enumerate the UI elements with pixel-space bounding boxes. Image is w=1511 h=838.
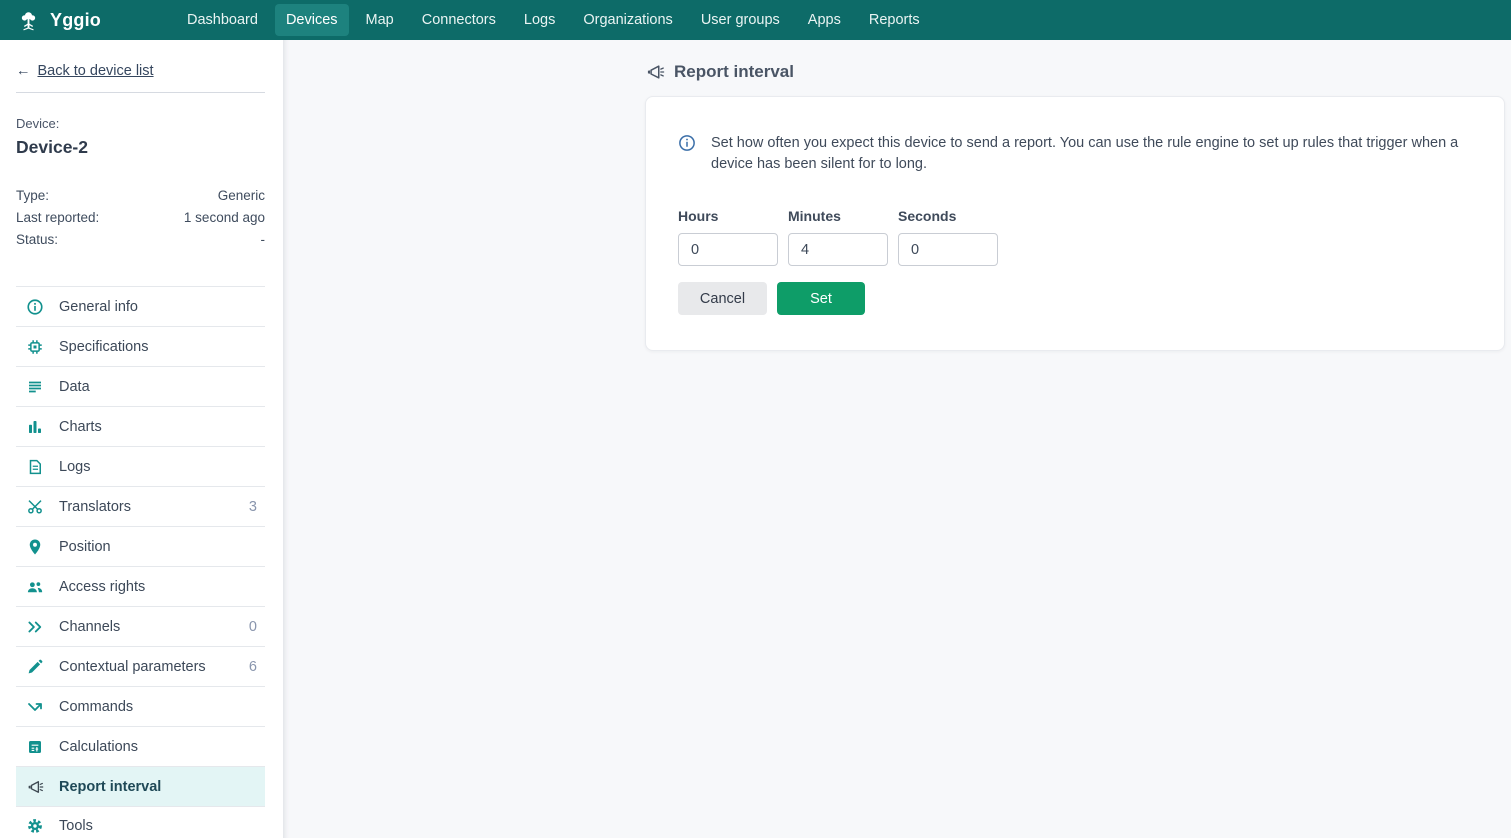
item-count: 6 (249, 659, 257, 675)
hours-input[interactable] (678, 233, 778, 266)
minutes-input[interactable] (788, 233, 888, 266)
calculator-icon (25, 737, 44, 756)
detail-value: - (261, 229, 266, 251)
nav-items: Dashboard Devices Map Connectors Logs Or… (176, 4, 931, 36)
detail-value: 1 second ago (184, 207, 265, 229)
minutes-label: Minutes (788, 208, 888, 224)
item-count: 3 (249, 499, 257, 515)
device-sidebar: ← Back to device list Device: Device-2 T… (0, 40, 283, 838)
yggio-tree-logo-icon (16, 8, 41, 33)
seconds-field-group: Seconds (898, 208, 998, 266)
map-pin-icon (25, 537, 44, 556)
sidebar-item-label: Specifications (59, 339, 148, 355)
sidebar-item-label: Commands (59, 699, 133, 715)
sidebar-item-general-info[interactable]: General info (16, 286, 265, 326)
page-title-text: Report interval (674, 62, 794, 82)
data-lines-icon (25, 377, 44, 396)
info-text: Set how often you expect this device to … (711, 133, 1472, 175)
detail-label: Status: (16, 229, 58, 251)
detail-row-last-reported: Last reported: 1 second ago (16, 207, 265, 229)
people-icon (25, 577, 44, 596)
hours-field-group: Hours (678, 208, 778, 266)
nav-item-devices[interactable]: Devices (275, 4, 349, 36)
minutes-field-group: Minutes (788, 208, 888, 266)
back-to-device-list[interactable]: ← Back to device list (16, 63, 265, 79)
sidebar-item-access-rights[interactable]: Access rights (16, 566, 265, 606)
device-label: Device: (16, 116, 265, 131)
megaphone-icon (25, 777, 44, 796)
info-icon (25, 297, 44, 316)
detail-label: Last reported: (16, 207, 99, 229)
nav-item-map[interactable]: Map (355, 4, 405, 36)
info-icon (678, 134, 696, 152)
brand[interactable]: Yggio (16, 8, 166, 33)
sidebar-item-label: Tools (59, 818, 93, 834)
gear-icon (25, 817, 44, 836)
device-name: Device-2 (16, 137, 265, 158)
detail-value: Generic (218, 185, 265, 207)
cancel-button[interactable]: Cancel (678, 282, 767, 315)
seconds-label: Seconds (898, 208, 998, 224)
sidebar-item-calculations[interactable]: Calculations (16, 726, 265, 766)
interval-fields: Hours Minutes Seconds (678, 208, 1472, 266)
back-link[interactable]: Back to device list (38, 63, 154, 79)
device-details: Type: Generic Last reported: 1 second ag… (16, 185, 265, 251)
sidebar-item-data[interactable]: Data (16, 366, 265, 406)
divider (16, 92, 265, 93)
document-icon (25, 457, 44, 476)
sidebar-item-position[interactable]: Position (16, 526, 265, 566)
sidebar-item-specifications[interactable]: Specifications (16, 326, 265, 366)
sidebar-item-tools[interactable]: Tools (16, 806, 265, 838)
detail-row-type: Type: Generic (16, 185, 265, 207)
scissors-icon (25, 497, 44, 516)
detail-label: Type: (16, 185, 49, 207)
sidebar-item-label: Charts (59, 419, 102, 435)
card-actions: Cancel Set (678, 282, 1472, 315)
sidebar-item-label: Report interval (59, 779, 161, 795)
nav-item-organizations[interactable]: Organizations (572, 4, 683, 36)
brand-name: Yggio (50, 10, 101, 31)
page-title: Report interval (645, 62, 1505, 82)
sidebar-item-logs[interactable]: Logs (16, 446, 265, 486)
sidebar-item-label: Position (59, 539, 111, 555)
sidebar-item-label: Calculations (59, 739, 138, 755)
nav-item-apps[interactable]: Apps (797, 4, 852, 36)
nav-item-logs[interactable]: Logs (513, 4, 566, 36)
sidebar-item-charts[interactable]: Charts (16, 406, 265, 446)
main-panel: Report interval Set how often you expect… (283, 40, 1511, 838)
sidebar-item-contextual-parameters[interactable]: Contextual parameters 6 (16, 646, 265, 686)
sidebar-item-label: General info (59, 299, 138, 315)
sidebar-item-label: Access rights (59, 579, 145, 595)
sidebar-item-channels[interactable]: Channels 0 (16, 606, 265, 646)
bar-chart-icon (25, 417, 44, 436)
report-interval-card: Set how often you expect this device to … (645, 96, 1505, 351)
command-arrow-icon (25, 697, 44, 716)
sidebar-menu: General info Specifications Data (16, 286, 265, 838)
sidebar-item-label: Logs (59, 459, 90, 475)
seconds-input[interactable] (898, 233, 998, 266)
pencil-icon (25, 657, 44, 676)
sidebar-item-label: Contextual parameters (59, 659, 206, 675)
megaphone-icon (645, 62, 665, 82)
nav-item-user-groups[interactable]: User groups (690, 4, 791, 36)
set-button[interactable]: Set (777, 282, 865, 315)
nav-item-dashboard[interactable]: Dashboard (176, 4, 269, 36)
sidebar-item-commands[interactable]: Commands (16, 686, 265, 726)
chip-icon (25, 337, 44, 356)
nav-item-reports[interactable]: Reports (858, 4, 931, 36)
sidebar-item-label: Translators (59, 499, 131, 515)
sidebar-item-label: Data (59, 379, 90, 395)
detail-row-status: Status: - (16, 229, 265, 251)
info-message: Set how often you expect this device to … (678, 133, 1472, 175)
sidebar-item-translators[interactable]: Translators 3 (16, 486, 265, 526)
nav-item-connectors[interactable]: Connectors (411, 4, 507, 36)
sidebar-item-report-interval[interactable]: Report interval (16, 766, 265, 806)
top-navbar: Yggio Dashboard Devices Map Connectors L… (0, 0, 1511, 40)
back-arrow-icon: ← (16, 63, 31, 79)
sidebar-item-label: Channels (59, 619, 120, 635)
hours-label: Hours (678, 208, 778, 224)
item-count: 0 (249, 619, 257, 635)
double-chevron-icon (25, 617, 44, 636)
